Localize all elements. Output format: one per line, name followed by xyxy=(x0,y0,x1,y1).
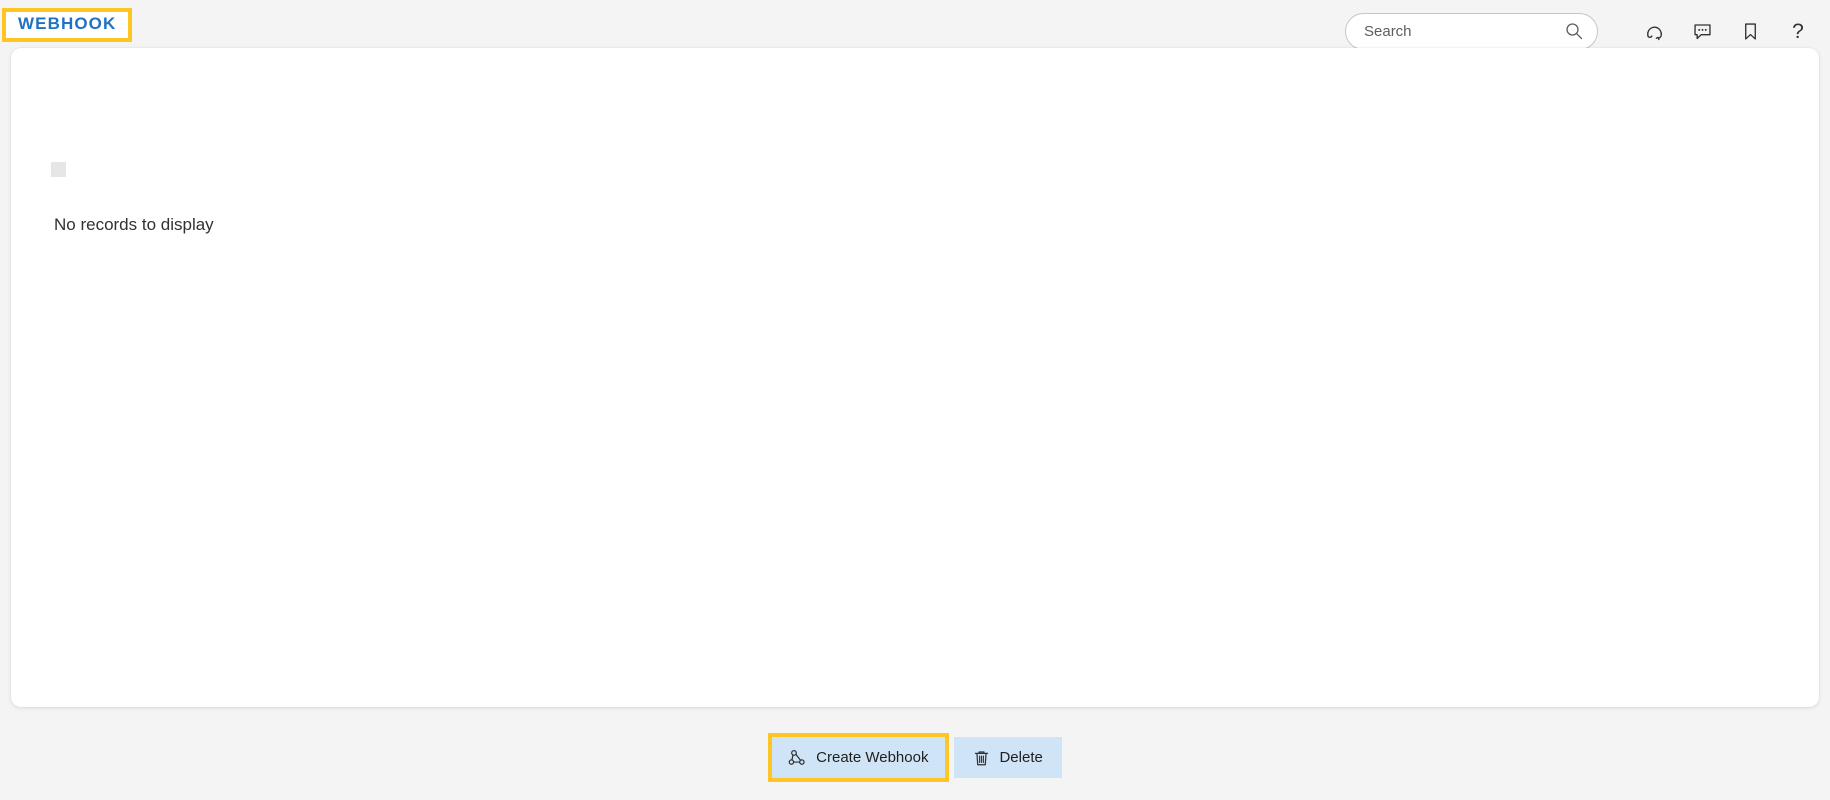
search-input[interactable] xyxy=(1364,22,1565,40)
search-icon[interactable] xyxy=(1565,22,1583,40)
trash-icon xyxy=(973,749,990,767)
command-bar-buttons: Create Webhook Delete xyxy=(768,733,1062,782)
help-question-glyph: ? xyxy=(1792,19,1804,43)
help-question-icon[interactable]: ? xyxy=(1783,16,1813,46)
delete-button[interactable]: Delete xyxy=(954,737,1062,778)
create-webhook-button[interactable]: Create Webhook xyxy=(772,737,946,778)
command-bar: Create Webhook Delete xyxy=(0,733,1830,782)
search-box[interactable] xyxy=(1345,12,1598,50)
headset-support-icon[interactable] xyxy=(1639,16,1669,46)
bookmark-icon[interactable] xyxy=(1735,16,1765,46)
records-card: No records to display xyxy=(11,48,1819,707)
create-webhook-highlight: Create Webhook xyxy=(768,733,950,782)
chat-bubble-icon[interactable] xyxy=(1687,16,1717,46)
page-title-highlight: WEBHOOK xyxy=(2,8,133,42)
page-title: WEBHOOK xyxy=(18,14,117,33)
grid-header-placeholder xyxy=(51,162,66,177)
create-webhook-label: Create Webhook xyxy=(816,749,929,766)
empty-state-message: No records to display xyxy=(54,215,214,234)
delete-label: Delete xyxy=(999,749,1043,766)
webhook-icon xyxy=(788,748,807,767)
